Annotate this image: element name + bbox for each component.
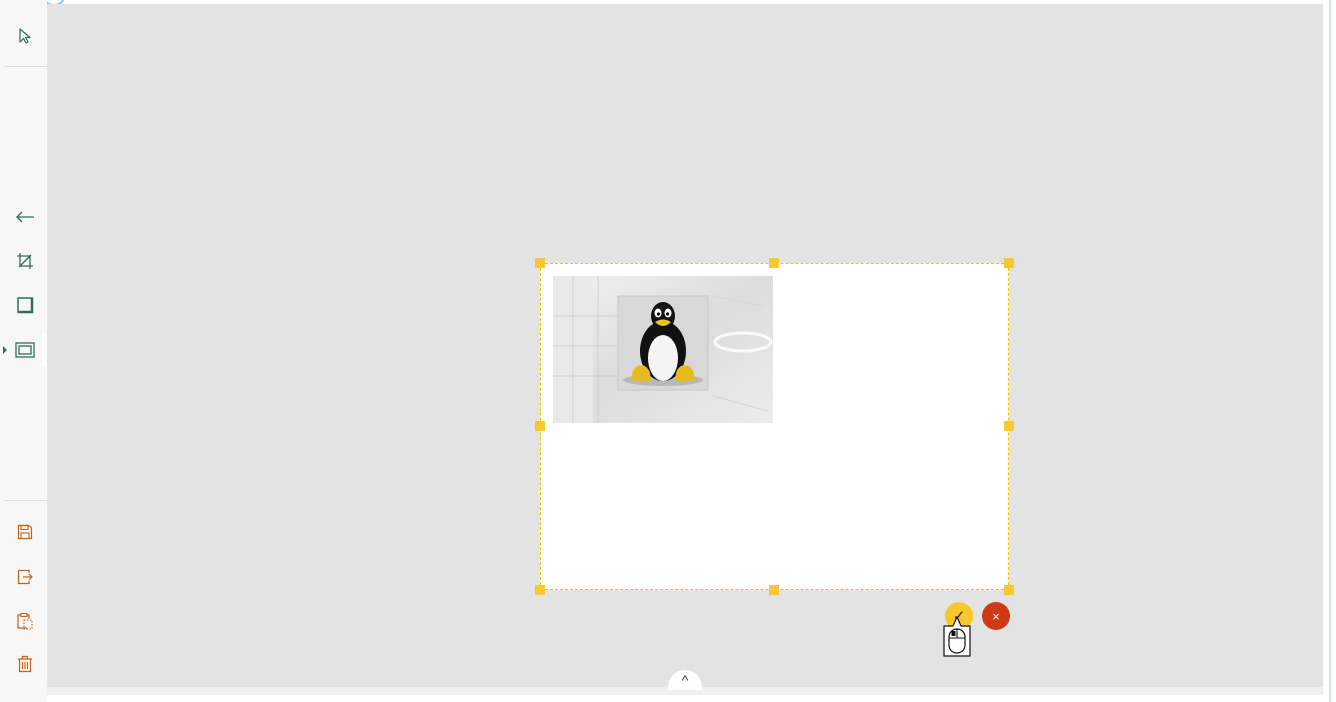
arrow-left-icon[interactable] xyxy=(12,204,38,230)
floppy-disk-icon[interactable] xyxy=(12,519,38,545)
crop-icon[interactable] xyxy=(12,248,38,274)
cancel-crop-button[interactable]: × xyxy=(982,602,1010,630)
resize-handle-bottom-left[interactable] xyxy=(535,585,545,595)
resize-handle-left[interactable] xyxy=(535,421,545,431)
pointer-arrow-icon[interactable] xyxy=(12,23,38,49)
tool-sidebar xyxy=(0,0,47,702)
clipboard-icon[interactable] xyxy=(12,608,38,634)
window-edge xyxy=(1329,0,1331,702)
trash-icon[interactable] xyxy=(12,651,38,677)
square-icon[interactable] xyxy=(12,292,38,318)
resize-handle-top-left[interactable] xyxy=(535,258,545,268)
editor-app: › xyxy=(0,0,1336,702)
selected-tool-marker xyxy=(3,346,7,354)
resize-handle-top-right[interactable] xyxy=(1004,258,1014,268)
sidebar-divider xyxy=(4,66,47,67)
mouse-cursor-icon xyxy=(943,616,971,657)
chevron-up-icon: ^ xyxy=(681,672,689,688)
frame-icon[interactable] xyxy=(12,337,38,363)
sidebar-divider xyxy=(4,500,47,501)
export-icon[interactable] xyxy=(12,564,38,590)
resize-handle-bottom[interactable] xyxy=(769,585,779,595)
penguin-photo[interactable] xyxy=(553,276,773,423)
resize-handle-bottom-right[interactable] xyxy=(1004,585,1014,595)
resize-handle-right[interactable] xyxy=(1004,421,1014,431)
close-icon: × xyxy=(992,608,1000,624)
resize-handle-top[interactable] xyxy=(769,258,779,268)
